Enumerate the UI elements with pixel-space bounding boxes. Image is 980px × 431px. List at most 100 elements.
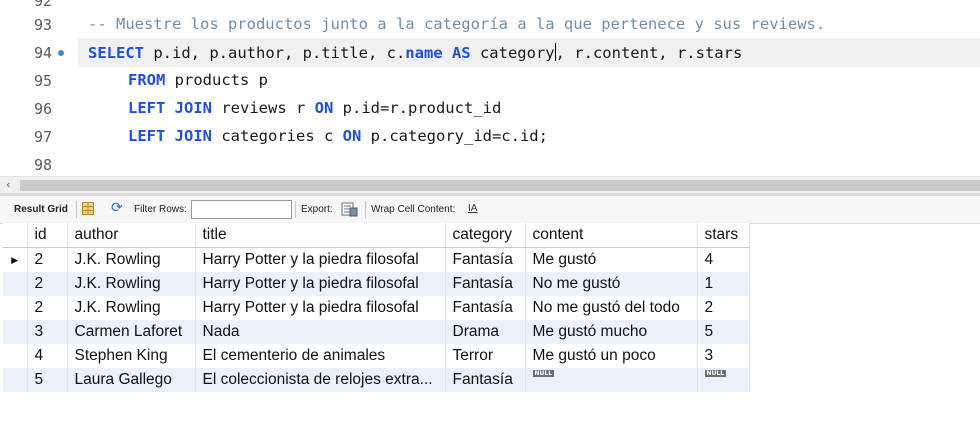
line-number: 96 bbox=[33, 100, 52, 118]
sql-keyword: SELECT bbox=[88, 44, 144, 62]
cell-stars[interactable]: 3 bbox=[697, 344, 750, 368]
sql-text: , r.content, r.stars bbox=[555, 44, 743, 62]
cell-author[interactable]: Carmen Laforet bbox=[67, 320, 196, 344]
sql-keyword: name bbox=[405, 44, 443, 62]
cell-title[interactable]: Nada bbox=[195, 320, 446, 344]
result-toolbar: Result Grid ⟳ Filter Rows: Export: Wrap … bbox=[0, 196, 980, 224]
line-number: 92 bbox=[33, 0, 52, 10]
table-row[interactable]: 2 J.K. Rowling Harry Potter y la piedra … bbox=[3, 272, 750, 296]
sql-keyword: ON bbox=[314, 99, 334, 117]
table-row[interactable]: ▶ 2 J.K. Rowling Harry Potter y la piedr… bbox=[3, 247, 750, 272]
cell-author[interactable]: J.K. Rowling bbox=[67, 272, 196, 296]
sql-keyword: ON bbox=[342, 127, 362, 145]
row-header[interactable] bbox=[3, 344, 28, 368]
sql-line-from: FROM products p bbox=[128, 71, 268, 89]
row-header[interactable] bbox=[3, 320, 28, 344]
cell-content[interactable]: No me gustó del todo bbox=[525, 296, 698, 320]
cell-stars[interactable]: 2 bbox=[697, 296, 750, 320]
cell-id[interactable]: 4 bbox=[27, 344, 68, 368]
cell-title[interactable]: Harry Potter y la piedra filosofal bbox=[195, 247, 446, 272]
line-number: 97 bbox=[33, 128, 52, 146]
column-header-stars[interactable]: stars bbox=[697, 223, 750, 248]
cell-author[interactable]: J.K. Rowling bbox=[67, 296, 196, 320]
line-number-gutter: 92 93 94 95 96 97 98 bbox=[0, 0, 78, 176]
cell-id[interactable]: 2 bbox=[27, 272, 68, 296]
toolbar-divider bbox=[295, 201, 296, 218]
cell-title[interactable]: El coleccionista de relojes extra... bbox=[195, 368, 446, 392]
execution-marker-icon bbox=[58, 50, 64, 56]
cell-id[interactable]: 2 bbox=[27, 296, 68, 320]
cell-content[interactable]: Me gustó un poco bbox=[525, 344, 698, 368]
cell-stars[interactable]: 5 bbox=[697, 320, 750, 344]
cell-category[interactable]: Fantasía bbox=[445, 296, 526, 320]
cell-author[interactable]: Stephen King bbox=[67, 344, 196, 368]
sql-editor[interactable]: 92 93 94 95 96 97 98 -- Muestre los prod… bbox=[0, 0, 980, 176]
scrollbar-thumb[interactable] bbox=[20, 180, 980, 191]
cell-id[interactable]: 3 bbox=[27, 320, 68, 344]
horizontal-scrollbar[interactable]: ‹ bbox=[0, 176, 980, 194]
filter-rows-label: Filter Rows: bbox=[134, 204, 187, 215]
refresh-icon[interactable]: ⟳ bbox=[111, 200, 123, 216]
table-row[interactable]: 4 Stephen King El cementerio de animales… bbox=[3, 344, 750, 368]
sql-text: p.id, p.author, p.title, c. bbox=[144, 44, 406, 62]
column-header-author[interactable]: author bbox=[67, 223, 196, 248]
table-row[interactable]: 2 J.K. Rowling Harry Potter y la piedra … bbox=[3, 296, 750, 320]
scroll-left-icon[interactable]: ‹ bbox=[6, 178, 10, 191]
cell-author[interactable]: J.K. Rowling bbox=[67, 247, 196, 272]
cell-title[interactable]: Harry Potter y la piedra filosofal bbox=[195, 296, 446, 320]
sql-keyword: AS bbox=[451, 44, 471, 62]
cell-content[interactable]: No me gustó bbox=[525, 272, 698, 296]
cell-category[interactable]: Fantasía bbox=[445, 368, 526, 392]
grid-layout-icon[interactable] bbox=[82, 202, 94, 215]
cell-content[interactable]: Me gustó mucho bbox=[525, 320, 698, 344]
cell-content[interactable]: Me gustó bbox=[525, 247, 698, 272]
cell-category[interactable]: Terror bbox=[445, 344, 526, 368]
filter-rows-input[interactable] bbox=[191, 200, 292, 219]
toolbar-divider bbox=[76, 201, 77, 218]
table-header-row: id author title category content stars bbox=[3, 223, 750, 248]
cell-category[interactable]: Drama bbox=[445, 320, 526, 344]
row-header[interactable] bbox=[3, 272, 28, 296]
sql-comment-line: -- Muestre los productos junto a la cate… bbox=[88, 15, 826, 33]
wrap-cell-toggle-icon[interactable]: IA bbox=[468, 203, 477, 214]
cell-author[interactable]: Laura Gallego bbox=[67, 368, 196, 392]
wrap-cell-label: Wrap Cell Content: bbox=[371, 204, 456, 215]
result-grid-tab[interactable]: Result Grid bbox=[14, 204, 68, 215]
sql-text: products p bbox=[165, 71, 268, 89]
sql-keyword: FROM bbox=[128, 71, 166, 89]
cell-title[interactable]: Harry Potter y la piedra filosofal bbox=[195, 272, 446, 296]
cell-title[interactable]: El cementerio de animales bbox=[195, 344, 446, 368]
cell-stars[interactable]: NULL bbox=[697, 368, 750, 392]
sql-text: category bbox=[470, 44, 555, 62]
column-header-category[interactable]: category bbox=[445, 223, 526, 248]
sql-keyword: LEFT JOIN bbox=[128, 99, 212, 117]
cell-category[interactable]: Fantasía bbox=[445, 272, 526, 296]
column-header-title[interactable]: title bbox=[195, 223, 446, 248]
current-row-marker-icon[interactable]: ▶ bbox=[3, 247, 28, 272]
null-badge: NULL bbox=[704, 370, 727, 377]
sql-line-join-categories: LEFT JOIN categories c ON p.category_id=… bbox=[128, 127, 548, 145]
column-header-id[interactable]: id bbox=[27, 223, 68, 248]
cell-stars[interactable]: 4 bbox=[697, 247, 750, 272]
toolbar-divider bbox=[365, 201, 366, 218]
column-header-content[interactable]: content bbox=[525, 223, 698, 248]
row-header[interactable] bbox=[3, 368, 28, 392]
cell-category[interactable]: Fantasía bbox=[445, 247, 526, 272]
null-badge: NULL bbox=[532, 370, 555, 377]
row-header[interactable] bbox=[3, 296, 28, 320]
sql-line-join-reviews: LEFT JOIN reviews r ON p.id=r.product_id bbox=[128, 99, 501, 117]
export-icon[interactable] bbox=[341, 201, 358, 217]
row-header-corner bbox=[3, 223, 28, 248]
cell-id[interactable]: 2 bbox=[27, 247, 68, 272]
cell-stars[interactable]: 1 bbox=[697, 272, 750, 296]
table-row[interactable]: 5 Laura Gallego El coleccionista de relo… bbox=[3, 368, 750, 392]
line-number: 98 bbox=[33, 156, 52, 174]
cell-content[interactable]: NULL bbox=[525, 368, 698, 392]
sql-text: categories c bbox=[212, 127, 343, 145]
sql-text: p.category_id=c.id; bbox=[361, 127, 548, 145]
cell-id[interactable]: 5 bbox=[27, 368, 68, 392]
line-number: 95 bbox=[33, 72, 52, 90]
sql-line-select: SELECT p.id, p.author, p.title, c.name A… bbox=[88, 43, 742, 62]
table-row[interactable]: 3 Carmen Laforet Nada Drama Me gustó muc… bbox=[3, 320, 750, 344]
